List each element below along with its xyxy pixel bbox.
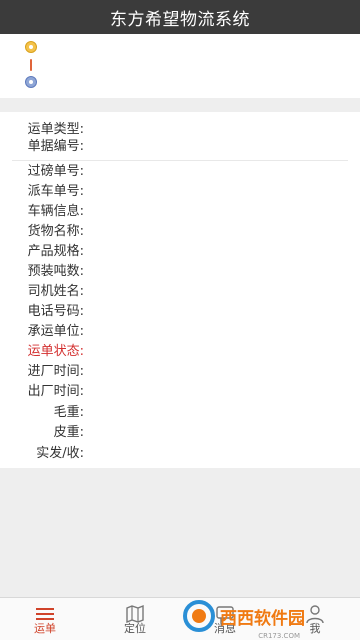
- document-number-label: 单据编号:: [27, 139, 84, 154]
- dispatch-number-label: 派车单号:: [27, 184, 84, 199]
- waybill-detail-card: 运单类型: 单据编号: 过磅单号: 派车单号: 车辆信息: 货物名称: 产品规格…: [0, 112, 360, 468]
- cargo-name-label: 货物名称:: [27, 224, 84, 239]
- app-title: 东方希望物流系统: [110, 9, 250, 30]
- vehicle-info-label: 车辆信息:: [27, 204, 84, 219]
- weighing-number-label: 过磅单号:: [27, 164, 84, 179]
- section-divider: [0, 98, 360, 112]
- watermark: 西西软件园: [182, 598, 352, 634]
- preload-tonnage-label: 预装吨数:: [27, 264, 84, 279]
- watermark-logo-icon: [183, 600, 215, 632]
- app-title-bar: 东方希望物流系统: [0, 0, 360, 34]
- gross-weight-label: 毛重:: [53, 405, 84, 420]
- tare-weight-label: 皮重:: [53, 425, 84, 440]
- tab-waybill[interactable]: 运单: [0, 598, 90, 640]
- exit-time-label: 出厂时间:: [27, 384, 84, 399]
- menu-icon: [36, 608, 54, 620]
- actual-shipped-received-label: 实发/收:: [36, 446, 84, 461]
- route-connector: [30, 59, 32, 71]
- waybill-status-label: 运单状态:: [27, 344, 84, 359]
- watermark-text: 西西软件园: [220, 608, 305, 629]
- watermark-domain: CR173.COM: [258, 632, 300, 640]
- bottom-tab-bar: 运单 定位 消息 我 西西软件园 CR173.COM: [0, 597, 360, 640]
- group-separator: [12, 160, 348, 161]
- carrier-label: 承运单位:: [27, 324, 84, 339]
- map-icon: [126, 604, 144, 624]
- driver-name-label: 司机姓名:: [27, 284, 84, 299]
- pin-end-icon: [25, 76, 37, 88]
- route-panel: [0, 34, 360, 98]
- tab-location[interactable]: 定位: [90, 598, 180, 640]
- phone-number-label: 电话号码:: [27, 304, 84, 319]
- product-spec-label: 产品规格:: [27, 244, 84, 259]
- entry-time-label: 进厂时间:: [27, 364, 84, 379]
- pin-start-icon: [25, 41, 37, 53]
